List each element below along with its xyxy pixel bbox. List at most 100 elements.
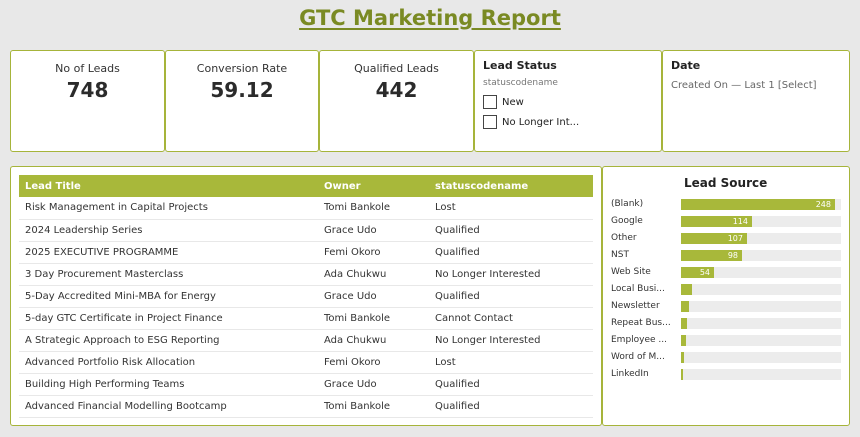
bar[interactable] (681, 318, 687, 329)
bar-row[interactable]: Newsletter (611, 301, 843, 312)
column-header-status[interactable]: statuscodename (429, 175, 593, 197)
lead-source-chart: Lead Source (Blank) 248 Google 114 Other 107 N… (602, 166, 850, 426)
date-filter-value[interactable]: Created On — Last 1 [Select] (671, 80, 841, 91)
bar-row[interactable]: Local Busi... (611, 284, 843, 295)
bar-category-label: Other (611, 233, 637, 243)
slicer-option-new[interactable]: New (483, 95, 653, 109)
cell-lead-title: 5-day GTC Certificate in Project Finance (19, 307, 318, 330)
bar-value-label: 107 (727, 234, 743, 243)
cell-lead-title: 5-Day Accredited Mini-MBA for Energy (19, 285, 318, 308)
column-header-lead-title[interactable]: Lead Title (19, 175, 318, 197)
bar-track: 114 (681, 216, 841, 227)
bar-track: 248 (681, 199, 841, 210)
bar[interactable] (681, 369, 683, 380)
bar-row[interactable]: Repeat Bus... (611, 318, 843, 329)
kpi-value: 442 (375, 78, 418, 102)
cell-owner: Grace Udo (318, 285, 429, 308)
bar-track (681, 335, 841, 346)
bar-row[interactable]: NST 98 (611, 250, 843, 261)
kpi-value: 748 (66, 78, 109, 102)
leads-table-card: Lead Title Owner statuscodename Risk Man… (10, 166, 602, 426)
cell-owner: Femi Okoro (318, 241, 429, 264)
cell-lead-title: A Strategic Approach to ESG Reporting (19, 329, 318, 352)
table-header-row: Lead Title Owner statuscodename (19, 175, 593, 197)
bar-row[interactable]: (Blank) 248 (611, 199, 843, 210)
cell-owner: Ada Chukwu (318, 263, 429, 286)
slicer-title: Lead Status (483, 59, 557, 72)
bar[interactable] (681, 352, 684, 363)
checkbox[interactable] (483, 115, 497, 129)
bar[interactable]: 54 (681, 267, 714, 278)
bar-category-label: LinkedIn (611, 369, 649, 379)
bar-row[interactable]: Employee ... (611, 335, 843, 346)
cell-status: Lost (429, 351, 593, 374)
cell-status: Qualified (429, 395, 593, 418)
table-row[interactable]: 5-Day Accredited Mini-MBA for Energy Grac… (19, 285, 593, 308)
cell-lead-title: Advanced Portfolio Risk Allocation (19, 351, 318, 374)
bar-row[interactable]: LinkedIn (611, 369, 843, 380)
cell-status: Qualified (429, 373, 593, 396)
bar[interactable] (681, 284, 692, 295)
lead-status-slicer: Lead Status statuscodename New No Longer… (474, 50, 662, 152)
bar-value-label: 114 (732, 217, 748, 226)
table-row[interactable]: Advanced Portfolio Risk Allocation Femi O… (19, 351, 593, 374)
bar-category-label: (Blank) (611, 199, 644, 209)
bar-track: 54 (681, 267, 841, 278)
bar-category-label: Employee ... (611, 335, 668, 345)
bar-category-label: Local Busi... (611, 284, 665, 294)
bar-track (681, 284, 841, 295)
bar-row[interactable]: Web Site 54 (611, 267, 843, 278)
date-filter[interactable]: Date Created On — Last 1 [Select] (662, 50, 850, 152)
table-row[interactable]: 3 Day Procurement Masterclass Ada Chukwu N… (19, 263, 593, 286)
column-header-owner[interactable]: Owner (318, 175, 429, 197)
bar[interactable]: 107 (681, 233, 747, 244)
cell-lead-title: 3 Day Procurement Masterclass (19, 263, 318, 286)
bar-category-label: Google (611, 216, 643, 226)
table-row[interactable]: A Strategic Approach to ESG Reporting Ada… (19, 329, 593, 352)
bar-value-label: 54 (699, 268, 710, 277)
cell-lead-title: 2024 Leadership Series (19, 219, 318, 242)
bar-track (681, 369, 841, 380)
kpi-card-conversion: Conversion Rate 59.12 (165, 50, 319, 152)
cell-lead-title: 2025 EXECUTIVE PROGRAMME (19, 241, 318, 264)
table-row[interactable]: 2024 Leadership Series Grace Udo Qualified (19, 219, 593, 242)
kpi-value: 59.12 (210, 78, 274, 102)
kpi-label: No of Leads (55, 62, 120, 75)
cell-status: No Longer Interested (429, 263, 593, 286)
cell-lead-title: Risk Management in Capital Projects (19, 197, 318, 220)
bar[interactable] (681, 301, 689, 312)
table-row[interactable]: 2025 EXECUTIVE PROGRAMME Femi Okoro Qualif… (19, 241, 593, 264)
table-row[interactable]: 5-day GTC Certificate in Project Finance… (19, 307, 593, 330)
chart-title: Lead Source (684, 176, 768, 190)
cell-owner: Femi Okoro (318, 351, 429, 374)
bar-row[interactable]: Other 107 (611, 233, 843, 244)
bar-category-label: NST (611, 250, 629, 260)
bar[interactable]: 114 (681, 216, 752, 227)
table-row[interactable]: Risk Management in Capital Projects Tomi … (19, 197, 593, 220)
cell-owner: Tomi Bankole (318, 197, 429, 220)
bar-row[interactable]: Google 114 (611, 216, 843, 227)
checkbox[interactable] (483, 95, 497, 109)
bar[interactable]: 98 (681, 250, 742, 261)
bar-track (681, 301, 841, 312)
bar-row[interactable]: Word of M... (611, 352, 843, 363)
cell-owner: Tomi Bankole (318, 307, 429, 330)
bar-category-label: Newsletter (611, 301, 660, 311)
kpi-card-qualified: Qualified Leads 442 (319, 50, 474, 152)
bar[interactable]: 248 (681, 199, 835, 210)
leads-table: Lead Title Owner statuscodename Risk Man… (19, 175, 593, 418)
bar-track (681, 318, 841, 329)
table-row[interactable]: Building High Performing Teams Grace Udo Q… (19, 373, 593, 396)
option-label: New (502, 96, 524, 108)
slicer-option-no-longer-interested[interactable]: No Longer Int... (483, 115, 653, 129)
cell-owner: Grace Udo (318, 373, 429, 396)
cell-owner: Grace Udo (318, 219, 429, 242)
table-row[interactable]: Advanced Financial Modelling Bootcamp Tom… (19, 395, 593, 418)
date-filter-title: Date (671, 59, 701, 72)
option-label: No Longer Int... (502, 116, 580, 128)
bar[interactable] (681, 335, 686, 346)
cell-lead-title: Advanced Financial Modelling Bootcamp (19, 395, 318, 418)
cell-lead-title: Building High Performing Teams (19, 373, 318, 396)
kpi-card-leads: No of Leads 748 (10, 50, 165, 152)
bar-value-label: 248 (815, 200, 831, 209)
